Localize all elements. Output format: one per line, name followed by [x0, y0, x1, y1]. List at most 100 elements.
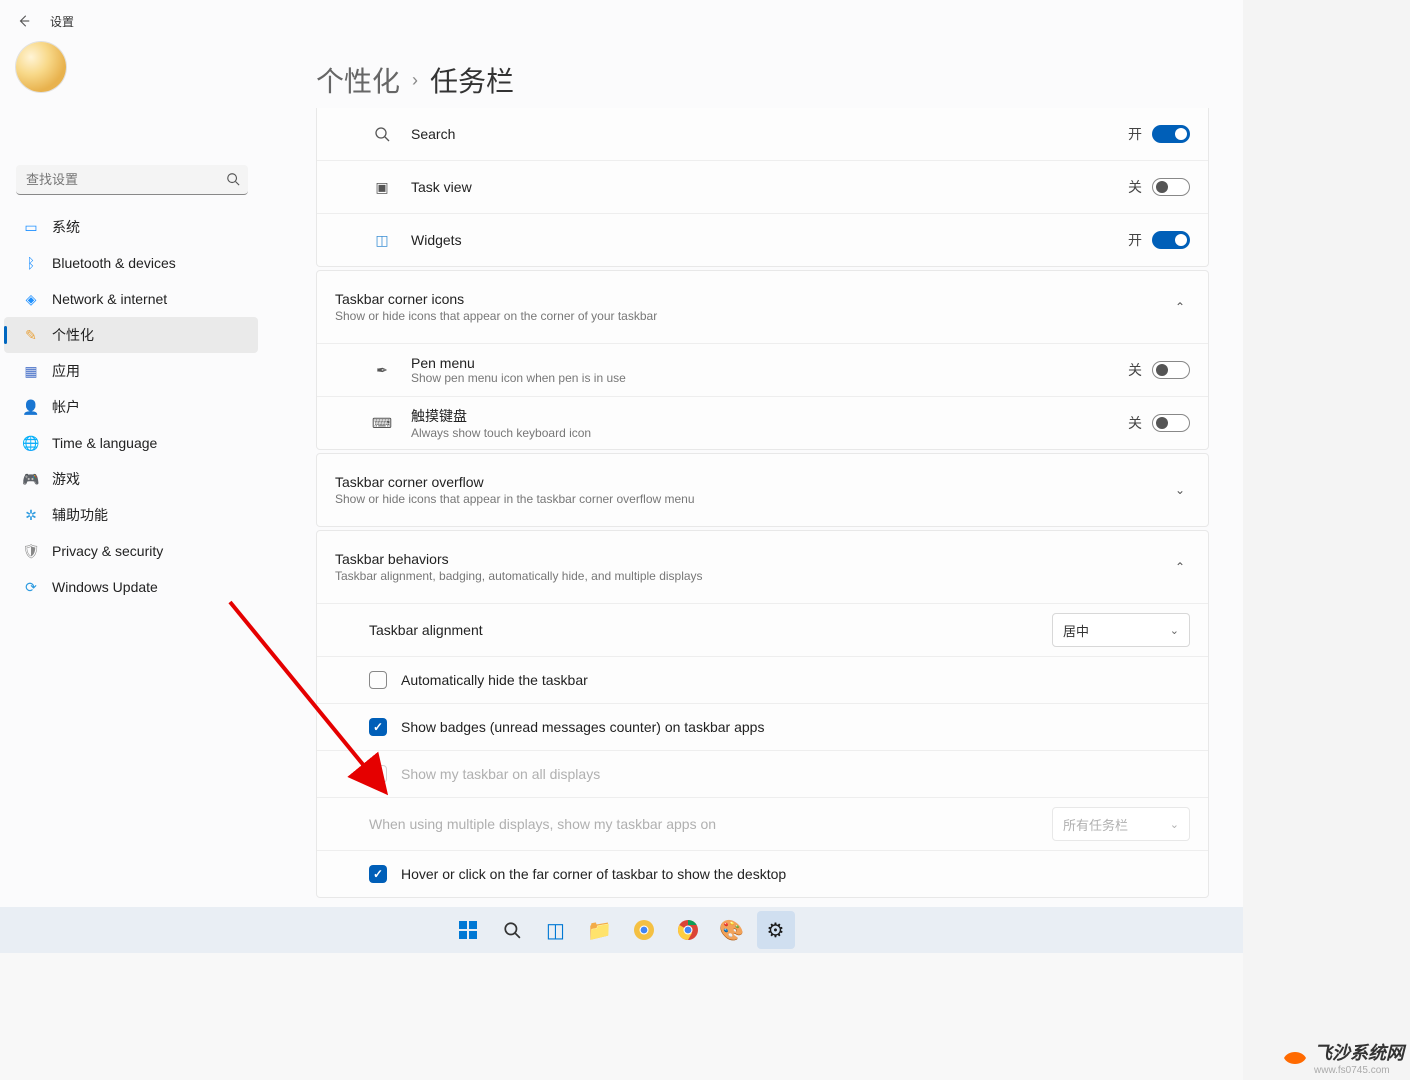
- taskbar-chrome-canary-button[interactable]: [625, 911, 663, 949]
- dropdown-value: 居中: [1063, 621, 1089, 640]
- nav-label: Time & language: [52, 435, 157, 451]
- taskbar-items-panel: Search 开 ▣ Task view 关 ◫ Widgets 开: [316, 108, 1209, 267]
- start-button[interactable]: [449, 911, 487, 949]
- chevron-up-icon: ⌃: [1170, 560, 1190, 574]
- update-icon: ⟳: [20, 577, 42, 597]
- bluetooth-icon: ᛒ: [20, 253, 42, 273]
- nav-label: 辅助功能: [52, 505, 108, 525]
- pen-icon: ✒: [367, 362, 397, 379]
- row-autohide[interactable]: Automatically hide the taskbar: [317, 657, 1208, 703]
- row-alignment: Taskbar alignment 居中 ⌄: [317, 604, 1208, 656]
- row-desc: Show pen menu icon when pen is in use: [411, 371, 1128, 385]
- widgets-toggle[interactable]: [1152, 231, 1190, 249]
- row-label: 触摸键盘: [411, 406, 1128, 426]
- nav-apps[interactable]: ▦应用: [4, 353, 258, 389]
- row-desc: Always show touch keyboard icon: [411, 426, 1128, 440]
- alignment-dropdown[interactable]: 居中 ⌄: [1052, 613, 1190, 647]
- windows-icon: [458, 920, 478, 940]
- hover-corner-checkbox[interactable]: [369, 865, 387, 883]
- behaviors-header[interactable]: Taskbar behaviors Taskbar alignment, bad…: [317, 531, 1208, 603]
- taskbar-paint-button[interactable]: 🎨: [713, 911, 751, 949]
- breadcrumb-parent[interactable]: 个性化: [316, 60, 400, 100]
- content-area: 个性化 › 任务栏 Search 开 ▣ Task view 关 ◫ Widge: [316, 60, 1209, 953]
- corner-icons-header[interactable]: Taskbar corner icons Show or hide icons …: [317, 271, 1208, 343]
- taskbar-chrome-button[interactable]: [669, 911, 707, 949]
- nav-privacy[interactable]: 🛡Privacy & security: [4, 533, 258, 569]
- row-touch-keyboard: ⌨ 触摸键盘 Always show touch keyboard icon 关: [317, 397, 1208, 449]
- taskbar-search-button[interactable]: [493, 911, 531, 949]
- overflow-header: Taskbar corner overflow Show or hide ico…: [317, 454, 1208, 526]
- nav-bluetooth[interactable]: ᛒBluetooth & devices: [4, 245, 258, 281]
- behaviors-panel: Taskbar behaviors Taskbar alignment, bad…: [316, 530, 1209, 898]
- avatar: [16, 42, 66, 92]
- nav-accounts[interactable]: 👤 帐户: [4, 389, 258, 425]
- person-icon: 👤: [20, 397, 42, 417]
- search-input[interactable]: [16, 165, 248, 195]
- chevron-right-icon: ›: [412, 70, 418, 91]
- chevron-down-icon: ⌄: [1170, 483, 1190, 497]
- chevron-down-icon: ⌄: [1170, 624, 1179, 637]
- breadcrumb-current: 任务栏: [430, 60, 514, 100]
- nav-label: Windows Update: [52, 579, 158, 595]
- section-title: Taskbar corner overflow: [335, 474, 1170, 490]
- nav-label: 游戏: [52, 469, 80, 489]
- row-label: When using multiple displays, show my ta…: [369, 816, 1052, 832]
- taskbar-explorer-button[interactable]: 📁: [581, 911, 619, 949]
- dropdown-value: 所有任务栏: [1063, 815, 1128, 834]
- watermark-url: www.fs0745.com: [1314, 1065, 1404, 1076]
- section-title: Taskbar behaviors: [335, 551, 1170, 567]
- nav-network[interactable]: ◈Network & internet: [4, 281, 258, 317]
- section-title: Taskbar corner icons: [335, 291, 1170, 307]
- toggle-state: 关: [1128, 177, 1142, 197]
- search-toggle[interactable]: [1152, 125, 1190, 143]
- chrome-icon: [633, 919, 655, 941]
- toggle-state: 开: [1128, 230, 1142, 250]
- row-label: Widgets: [411, 232, 1128, 248]
- nav-accessibility[interactable]: ✲辅助功能: [4, 497, 258, 533]
- apps-icon: ▦: [20, 361, 42, 381]
- app-title: 设置: [50, 13, 74, 30]
- monitor-icon: ▭: [20, 217, 42, 237]
- row-multi-displays: When using multiple displays, show my ta…: [317, 798, 1208, 850]
- row-all-displays: Show my taskbar on all displays: [317, 751, 1208, 797]
- chrome-icon: [677, 919, 699, 941]
- section-desc: Show or hide icons that appear in the ta…: [335, 492, 1170, 506]
- section-desc: Show or hide icons that appear on the co…: [335, 309, 1170, 323]
- touch-keyboard-toggle[interactable]: [1152, 414, 1190, 432]
- breadcrumb: 个性化 › 任务栏: [316, 60, 1209, 100]
- nav-system[interactable]: ▭ 系统: [4, 209, 258, 245]
- row-hover-corner[interactable]: Hover or click on the far corner of task…: [317, 851, 1208, 897]
- taskbar-settings-button[interactable]: ⚙: [757, 911, 795, 949]
- row-badges[interactable]: Show badges (unread messages counter) on…: [317, 704, 1208, 750]
- nav-label: 帐户: [52, 397, 80, 417]
- nav-label: 系统: [52, 217, 80, 237]
- chevron-down-icon: ⌄: [1170, 818, 1179, 831]
- toggle-state: 开: [1128, 124, 1142, 144]
- nav-gaming[interactable]: 🎮游戏: [4, 461, 258, 497]
- corner-icons-panel: Taskbar corner icons Show or hide icons …: [316, 270, 1209, 450]
- pen-toggle[interactable]: [1152, 361, 1190, 379]
- row-label: Hover or click on the far corner of task…: [401, 866, 786, 882]
- nav-windows-update[interactable]: ⟳ Windows Update: [4, 569, 258, 605]
- badges-checkbox[interactable]: [369, 718, 387, 736]
- user-account-row[interactable]: [0, 42, 262, 92]
- autohide-checkbox[interactable]: [369, 671, 387, 689]
- row-label: Task view: [411, 179, 1128, 195]
- toggle-state: 关: [1128, 360, 1142, 380]
- back-button[interactable]: [14, 11, 34, 31]
- brush-icon: ✎: [20, 325, 42, 345]
- row-pen-menu: ✒ Pen menu Show pen menu icon when pen i…: [317, 344, 1208, 396]
- taskview-icon: ▣: [367, 179, 397, 196]
- taskbar-widgets-button[interactable]: ◫: [537, 911, 575, 949]
- nav-list: ▭ 系统 ᛒBluetooth & devices ◈Network & inte…: [0, 209, 262, 605]
- taskview-toggle[interactable]: [1152, 178, 1190, 196]
- row-label: Automatically hide the taskbar: [401, 672, 588, 688]
- row-label: Taskbar alignment: [369, 622, 1052, 638]
- row-taskview: ▣ Task view 关: [317, 161, 1208, 213]
- overflow-panel[interactable]: Taskbar corner overflow Show or hide ico…: [316, 453, 1209, 527]
- shield-icon: 🛡: [20, 541, 42, 561]
- nav-time-language[interactable]: 🌐Time & language: [4, 425, 258, 461]
- row-label: Show my taskbar on all displays: [401, 766, 600, 782]
- nav-personalization[interactable]: ✎个性化: [4, 317, 258, 353]
- row-label: Pen menu: [411, 355, 1128, 371]
